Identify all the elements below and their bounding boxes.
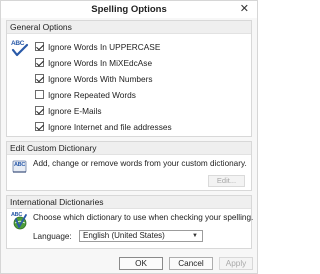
close-icon[interactable]: ✕ (240, 2, 249, 15)
general-options-header: General Options (7, 21, 251, 34)
international-description: Choose which dictionary to use when chec… (33, 213, 254, 222)
checkbox-ignore-emails[interactable] (35, 106, 44, 115)
chevron-down-icon: ▼ (192, 233, 198, 239)
option-label: Ignore E-Mails (48, 105, 102, 116)
checkbox-ignore-internet[interactable] (35, 122, 44, 131)
option-label: Ignore Repeated Words (48, 89, 136, 100)
dialog-title: Spelling Options (91, 4, 167, 15)
custom-dictionary-header: Edit Custom Dictionary (7, 142, 251, 155)
spell-check-icon: ABC (11, 40, 31, 58)
option-ignore-numbers[interactable]: Ignore Words With Numbers (35, 73, 153, 84)
apply-button[interactable]: Apply (219, 257, 253, 270)
option-ignore-uppercase[interactable]: Ignore Words In UPPERCASE (35, 41, 160, 52)
dictionary-icon: ABC (11, 158, 31, 176)
international-dictionaries-group: International Dictionaries ABC Choose wh… (6, 195, 254, 249)
edit-button[interactable]: Edit... (208, 175, 245, 187)
custom-dictionary-group: Edit Custom Dictionary ABC Add, change o… (6, 141, 252, 191)
spelling-options-dialog: Spelling Options ✕ General Options ABC I… (0, 0, 258, 274)
checkbox-ignore-mixedcase[interactable] (35, 58, 44, 67)
option-label: Ignore Words With Numbers (48, 73, 153, 84)
language-dictionary-icon: ABC (11, 212, 31, 230)
international-dictionaries-header: International Dictionaries (7, 196, 251, 209)
checkbox-ignore-numbers[interactable] (35, 74, 44, 83)
option-label: Ignore Internet and file addresses (48, 121, 172, 132)
checkbox-ignore-uppercase[interactable] (35, 42, 44, 51)
language-select-value: English (United States) (83, 231, 165, 240)
title-bar: Spelling Options ✕ (1, 1, 257, 18)
custom-dictionary-description: Add, change or remove words from your cu… (33, 159, 247, 168)
option-label: Ignore Words In UPPERCASE (48, 41, 161, 52)
checkbox-ignore-repeated[interactable] (35, 90, 44, 99)
general-options-group: General Options ABC Ignore Words In UPPE… (6, 20, 252, 137)
language-label: Language: (33, 232, 72, 241)
language-select[interactable]: English (United States) ▼ (79, 230, 203, 242)
option-ignore-internet[interactable]: Ignore Internet and file addresses (35, 121, 172, 132)
cancel-button[interactable]: Cancel (169, 257, 213, 270)
ok-button[interactable]: OK (119, 257, 163, 270)
option-ignore-mixedcase[interactable]: Ignore Words In MiXEdcAse (35, 57, 152, 68)
option-ignore-emails[interactable]: Ignore E-Mails (35, 105, 102, 116)
option-label: Ignore Words In MiXEdcAse (48, 57, 153, 68)
option-ignore-repeated[interactable]: Ignore Repeated Words (35, 89, 136, 100)
